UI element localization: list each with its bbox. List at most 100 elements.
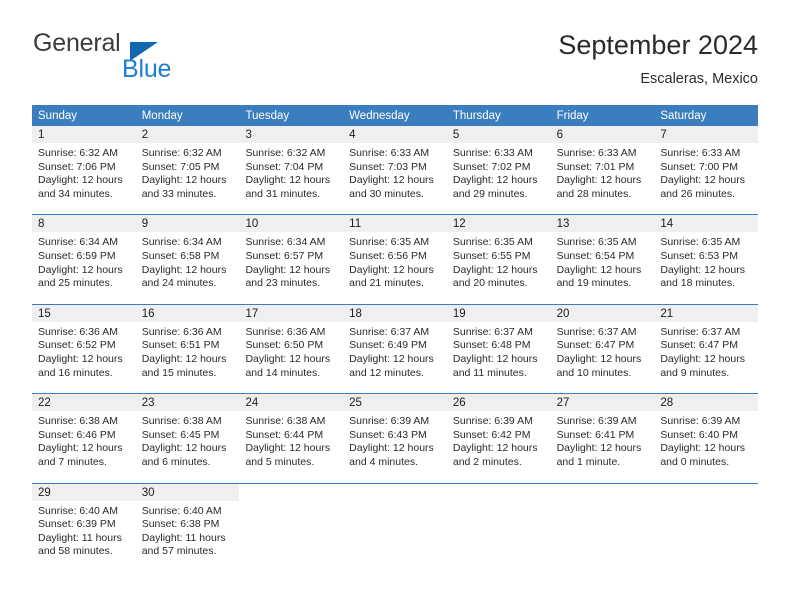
day-cell[interactable]: 18 Sunrise: 6:37 AM Sunset: 6:49 PM Dayl… — [343, 304, 447, 387]
day-number: 11 — [343, 215, 447, 233]
weekday-header-thursday: Thursday — [452, 110, 501, 122]
day-cell[interactable]: 6 Sunrise: 6:33 AM Sunset: 7:01 PM Dayli… — [550, 126, 655, 208]
sunrise-text: Sunrise: 6:32 AM — [141, 147, 222, 159]
day-cell[interactable]: 25 Sunrise: 6:39 AM Sunset: 6:43 PM Dayl… — [343, 394, 447, 476]
daylight-text: Daylight: 12 hours and 12 minutes. — [349, 352, 434, 379]
day-number: 4 — [343, 126, 447, 143]
week-row: 1 Sunrise: 6:32 AM Sunset: 7:06 PM Dayli… — [32, 126, 759, 208]
day-details: Sunrise: 6:32 AM Sunset: 7:06 PM Dayligh… — [32, 143, 136, 207]
sunset-text: Sunset: 6:43 PM — [349, 428, 427, 441]
day-details: Sunrise: 6:33 AM Sunset: 7:02 PM Dayligh… — [447, 143, 551, 207]
day-number: 1 — [32, 126, 136, 143]
day-cell[interactable]: 29 Sunrise: 6:40 AM Sunset: 6:39 PM Dayl… — [32, 483, 136, 579]
sunset-text: Sunset: 6:45 PM — [141, 428, 220, 441]
day-number: 24 — [239, 394, 344, 412]
day-details: Sunrise: 6:39 AM Sunset: 6:41 PM Dayligh… — [551, 411, 655, 475]
day-cell[interactable]: 1 Sunrise: 6:32 AM Sunset: 7:06 PM Dayli… — [32, 126, 136, 208]
sunset-text: Sunset: 7:00 PM — [660, 160, 738, 173]
day-number — [654, 483, 759, 501]
day-cell[interactable]: 30 Sunrise: 6:40 AM Sunset: 6:38 PM Dayl… — [135, 483, 240, 579]
calendar-grid: Sunday Monday Tuesday Wednesday Thursday… — [32, 105, 759, 579]
sunrise-text: Sunrise: 6:35 AM — [660, 236, 741, 249]
day-number: 10 — [239, 215, 344, 233]
daylight-text: Daylight: 12 hours and 10 minutes. — [556, 352, 642, 379]
week-row: 15 Sunrise: 6:36 AM Sunset: 6:52 PM Dayl… — [32, 303, 759, 387]
day-cell[interactable]: 10 Sunrise: 6:34 AM Sunset: 6:57 PM Dayl… — [239, 215, 344, 297]
daylight-text: Daylight: 12 hours and 23 minutes. — [245, 263, 331, 290]
sunrise-text: Sunrise: 6:34 AM — [38, 236, 118, 249]
sunrise-text: Sunrise: 6:39 AM — [556, 415, 637, 428]
day-cell[interactable]: 13 Sunrise: 6:35 AM Sunset: 6:54 PM Dayl… — [550, 215, 655, 297]
day-details: Sunrise: 6:39 AM Sunset: 6:43 PM Dayligh… — [343, 411, 447, 475]
daylight-text: Daylight: 12 hours and 30 minutes. — [349, 174, 434, 200]
sunset-text: Sunset: 6:52 PM — [38, 339, 116, 352]
day-details: Sunrise: 6:40 AM Sunset: 6:38 PM Dayligh… — [136, 501, 240, 565]
sunrise-text: Sunrise: 6:40 AM — [38, 504, 118, 517]
day-cell[interactable]: 15 Sunrise: 6:36 AM Sunset: 6:52 PM Dayl… — [32, 304, 136, 387]
day-details: Sunrise: 6:32 AM Sunset: 7:05 PM Dayligh… — [136, 143, 240, 207]
sunrise-text: Sunrise: 6:36 AM — [38, 325, 118, 338]
day-number: 16 — [135, 304, 240, 322]
sunrise-text: Sunrise: 6:35 AM — [556, 236, 637, 249]
day-cell[interactable]: 24 Sunrise: 6:38 AM Sunset: 6:44 PM Dayl… — [239, 394, 344, 476]
day-cell[interactable]: 17 Sunrise: 6:36 AM Sunset: 6:50 PM Dayl… — [239, 304, 344, 387]
day-cell[interactable]: 27 Sunrise: 6:39 AM Sunset: 6:41 PM Dayl… — [550, 394, 655, 476]
sunrise-text: Sunrise: 6:35 AM — [349, 236, 430, 249]
sunrise-text: Sunrise: 6:33 AM — [452, 147, 533, 159]
daylight-text: Daylight: 12 hours and 5 minutes. — [245, 442, 331, 468]
sunset-text: Sunset: 7:04 PM — [245, 160, 324, 173]
day-number: 19 — [446, 304, 551, 322]
sunset-text: Sunset: 6:47 PM — [660, 339, 738, 352]
day-number — [343, 483, 447, 501]
day-cell[interactable]: 12 Sunrise: 6:35 AM Sunset: 6:55 PM Dayl… — [446, 215, 551, 297]
day-cell[interactable]: 5 Sunrise: 6:33 AM Sunset: 7:02 PM Dayli… — [446, 126, 551, 208]
general-blue-logo[interactable]: General Blue — [32, 28, 252, 90]
day-cell[interactable]: 26 Sunrise: 6:39 AM Sunset: 6:42 PM Dayl… — [446, 394, 551, 476]
day-cell[interactable]: 4 Sunrise: 6:33 AM Sunset: 7:03 PM Dayli… — [343, 126, 447, 208]
week-row: 29 Sunrise: 6:40 AM Sunset: 6:39 PM Dayl… — [32, 482, 759, 579]
day-details: Sunrise: 6:35 AM Sunset: 6:56 PM Dayligh… — [343, 232, 447, 296]
page-header: General Blue September 2024 Escaleras, M… — [32, 28, 758, 98]
sunset-text: Sunset: 6:48 PM — [452, 339, 531, 352]
sunrise-text: Sunrise: 6:37 AM — [349, 325, 430, 338]
day-cell[interactable]: 20 Sunrise: 6:37 AM Sunset: 6:47 PM Dayl… — [550, 304, 655, 387]
sunrise-text: Sunrise: 6:33 AM — [556, 147, 637, 159]
sunset-text: Sunset: 6:57 PM — [245, 249, 324, 262]
day-details: Sunrise: 6:38 AM Sunset: 6:46 PM Dayligh… — [32, 411, 136, 475]
location-subtitle: Escaleras, Mexico — [640, 71, 758, 87]
day-number: 30 — [135, 483, 240, 501]
day-details: Sunrise: 6:39 AM Sunset: 6:40 PM Dayligh… — [654, 411, 758, 475]
day-cell[interactable]: 16 Sunrise: 6:36 AM Sunset: 6:51 PM Dayl… — [135, 304, 240, 387]
day-details — [447, 501, 551, 579]
day-cell[interactable]: 8 Sunrise: 6:34 AM Sunset: 6:59 PM Dayli… — [32, 215, 136, 297]
day-number: 17 — [239, 304, 344, 322]
sunrise-text: Sunrise: 6:40 AM — [141, 504, 222, 517]
daylight-text: Daylight: 12 hours and 26 minutes. — [660, 174, 745, 200]
day-cell[interactable]: 7 Sunrise: 6:33 AM Sunset: 7:00 PM Dayli… — [654, 126, 759, 208]
day-cell[interactable]: 28 Sunrise: 6:39 AM Sunset: 6:40 PM Dayl… — [654, 394, 759, 476]
weekday-header-sunday: Sunday — [38, 110, 78, 122]
day-details: Sunrise: 6:37 AM Sunset: 6:49 PM Dayligh… — [343, 322, 447, 386]
day-cell[interactable]: 23 Sunrise: 6:38 AM Sunset: 6:45 PM Dayl… — [135, 394, 240, 476]
day-cell[interactable]: 2 Sunrise: 6:32 AM Sunset: 7:05 PM Dayli… — [135, 126, 240, 208]
day-number: 20 — [550, 304, 655, 322]
day-cell[interactable]: 9 Sunrise: 6:34 AM Sunset: 6:58 PM Dayli… — [135, 215, 240, 297]
daylight-text: Daylight: 12 hours and 29 minutes. — [452, 174, 538, 200]
sunrise-text: Sunrise: 6:34 AM — [245, 236, 326, 249]
sunset-text: Sunset: 6:44 PM — [245, 428, 324, 441]
day-cell[interactable]: 3 Sunrise: 6:32 AM Sunset: 7:04 PM Dayli… — [239, 126, 344, 208]
daylight-text: Daylight: 11 hours and 57 minutes. — [141, 531, 226, 558]
day-number — [550, 483, 655, 501]
sunset-text: Sunset: 6:49 PM — [349, 339, 427, 352]
day-cell[interactable]: 19 Sunrise: 6:37 AM Sunset: 6:48 PM Dayl… — [446, 304, 551, 387]
day-number: 9 — [135, 215, 240, 233]
day-cell[interactable]: 14 Sunrise: 6:35 AM Sunset: 6:53 PM Dayl… — [654, 215, 759, 297]
day-details: Sunrise: 6:35 AM Sunset: 6:54 PM Dayligh… — [551, 232, 655, 296]
day-details: Sunrise: 6:39 AM Sunset: 6:42 PM Dayligh… — [447, 411, 551, 475]
sunset-text: Sunset: 6:56 PM — [349, 249, 427, 262]
day-cell[interactable]: 21 Sunrise: 6:37 AM Sunset: 6:47 PM Dayl… — [654, 304, 759, 387]
day-details: Sunrise: 6:37 AM Sunset: 6:47 PM Dayligh… — [654, 322, 758, 386]
day-cell[interactable]: 22 Sunrise: 6:38 AM Sunset: 6:46 PM Dayl… — [32, 394, 136, 476]
sunset-text: Sunset: 6:51 PM — [141, 339, 220, 352]
day-cell[interactable]: 11 Sunrise: 6:35 AM Sunset: 6:56 PM Dayl… — [343, 215, 447, 297]
